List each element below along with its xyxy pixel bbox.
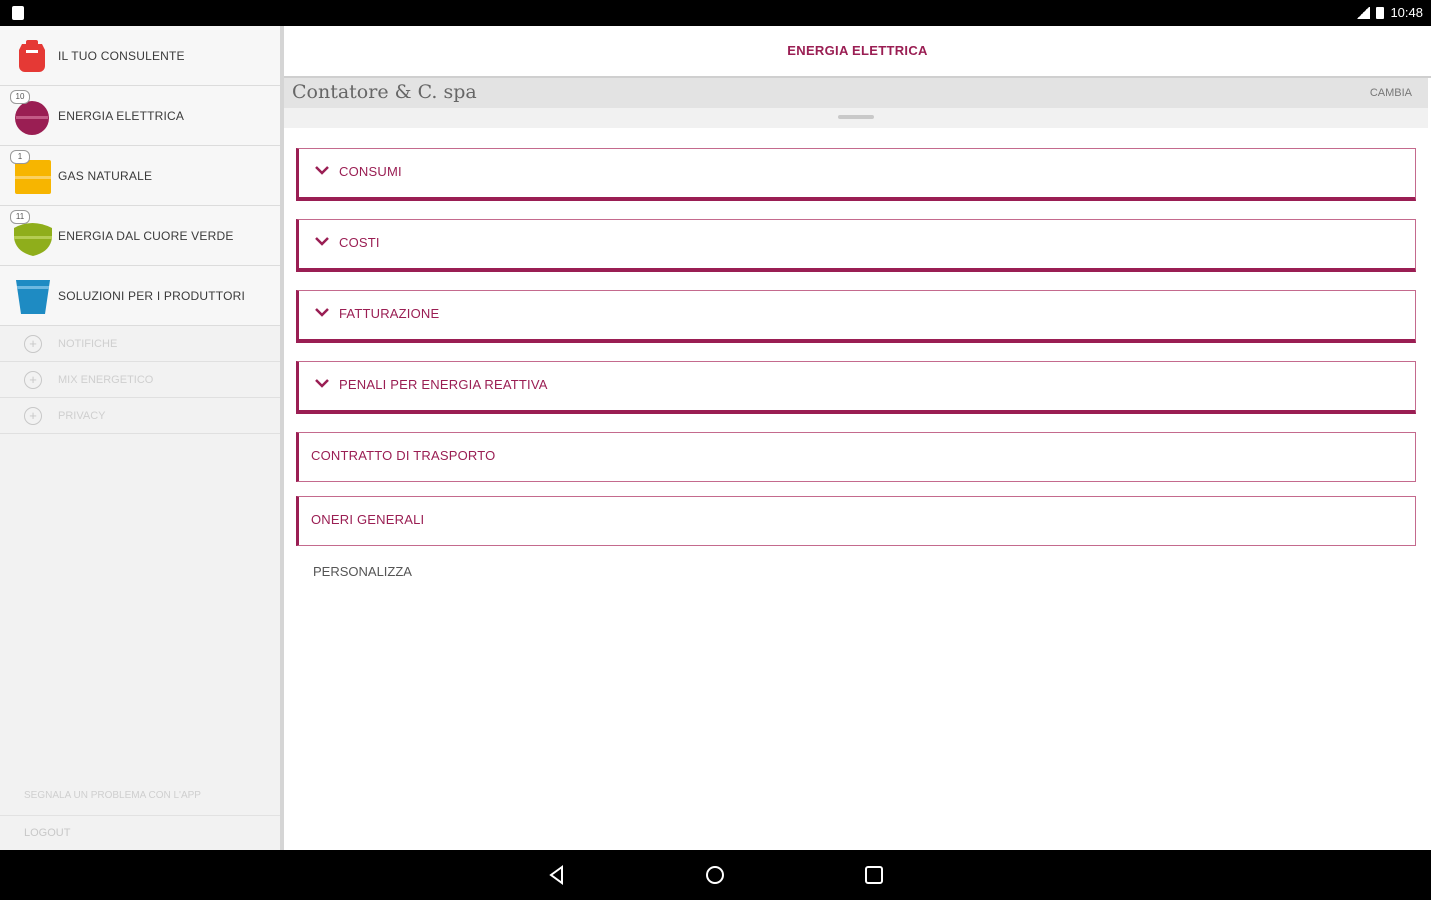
sidebar: IL TUO CONSULENTE 10 ENERGIA ELETTRICA 1…: [0, 26, 280, 850]
pull-handle[interactable]: [284, 108, 1428, 128]
section-label: ONERI GENERALI: [311, 512, 425, 527]
sidebar-item-label: SOLUZIONI PER I PRODUTTORI: [58, 288, 245, 303]
chevron-down-icon: [315, 166, 329, 175]
personalize-button[interactable]: PERSONALIZZA: [313, 564, 412, 579]
sidebar-item-label: ENERGIA ELETTRICA: [58, 108, 185, 123]
sidebar-item-label: GAS NATURALE: [58, 168, 153, 183]
section-oneri-generali[interactable]: ONERI GENERALI: [296, 496, 1416, 546]
sections-list: CONSUMI COSTI FATTURAZIONE PENALI PER EN…: [296, 148, 1416, 564]
sidebar-item-label: ENERGIA DAL CUORE VERDE: [58, 228, 234, 243]
home-icon[interactable]: [702, 862, 728, 888]
chevron-down-icon: [315, 379, 329, 388]
recents-icon[interactable]: [861, 862, 887, 888]
sidebar-item-electricity[interactable]: 10 ENERGIA ELETTRICA: [0, 86, 280, 146]
notification-icon: [12, 6, 24, 20]
sidebar-item-producers[interactable]: SOLUZIONI PER I PRODUTTORI: [0, 266, 280, 326]
status-bar: 10:48: [0, 0, 1431, 26]
sidebar-item-label: PRIVACY: [58, 409, 106, 422]
navigation-bar: [0, 850, 1431, 900]
plus-circle-icon: +: [24, 334, 42, 353]
section-costi[interactable]: COSTI: [296, 219, 1416, 272]
change-company-button[interactable]: CAMBIA: [1370, 87, 1412, 99]
sidebar-item-gas[interactable]: 1 GAS NATURALE: [0, 146, 280, 206]
main-content: ENERGIA ELETTRICA Contatore & C. spa CAM…: [284, 26, 1431, 850]
sidebar-item-label: MIX ENERGETICO: [58, 373, 154, 386]
sidebar-item-notifications[interactable]: + NOTIFICHE: [0, 326, 280, 362]
sidebar-item-energy-mix[interactable]: + MIX ENERGETICO: [0, 362, 280, 398]
sidebar-item-consultant[interactable]: IL TUO CONSULENTE: [0, 26, 280, 86]
drag-handle-icon: [838, 115, 874, 119]
consultant-icon: [19, 40, 45, 72]
section-contratto-trasporto[interactable]: CONTRATTO DI TRASPORTO: [296, 432, 1416, 482]
company-name: Contatore & C. spa: [292, 81, 477, 103]
section-fatturazione[interactable]: FATTURAZIONE: [296, 290, 1416, 343]
plus-circle-icon: +: [24, 406, 42, 425]
section-label: CONTRATTO DI TRASPORTO: [311, 448, 496, 463]
section-label: COSTI: [339, 235, 380, 250]
page-title: ENERGIA ELETTRICA: [787, 43, 928, 58]
top-bar: ENERGIA ELETTRICA: [284, 26, 1431, 78]
company-selector[interactable]: Contatore & C. spa CAMBIA: [284, 78, 1428, 108]
signal-icon: [1356, 6, 1371, 19]
section-label: CONSUMI: [339, 164, 402, 179]
sidebar-item-label: NOTIFICHE: [58, 337, 118, 350]
section-label: PENALI PER ENERGIA REATTIVA: [339, 377, 548, 392]
sidebar-item-green-energy[interactable]: 11 ENERGIA DAL CUORE VERDE: [0, 206, 280, 266]
section-penali[interactable]: PENALI PER ENERGIA REATTIVA: [296, 361, 1416, 414]
section-consumi[interactable]: CONSUMI: [296, 148, 1416, 201]
notification-badge: 1: [10, 150, 30, 164]
clock: 10:48: [1390, 5, 1423, 20]
notification-badge: 11: [10, 210, 30, 224]
plus-circle-icon: +: [24, 370, 42, 389]
section-label: FATTURAZIONE: [339, 306, 440, 321]
report-problem-link[interactable]: SEGNALA UN PROBLEMA CON L'APP: [0, 777, 280, 816]
logout-link[interactable]: LOGOUT: [0, 816, 280, 850]
sidebar-item-privacy[interactable]: + PRIVACY: [0, 398, 280, 434]
chevron-down-icon: [315, 237, 329, 246]
chevron-down-icon: [315, 308, 329, 317]
battery-icon: [1376, 6, 1385, 19]
back-icon[interactable]: [544, 862, 570, 888]
producers-icon: [16, 280, 50, 314]
sidebar-footer: SEGNALA UN PROBLEMA CON L'APP LOGOUT: [0, 777, 280, 850]
notification-badge: 10: [10, 90, 30, 104]
sidebar-item-label: IL TUO CONSULENTE: [58, 48, 185, 63]
